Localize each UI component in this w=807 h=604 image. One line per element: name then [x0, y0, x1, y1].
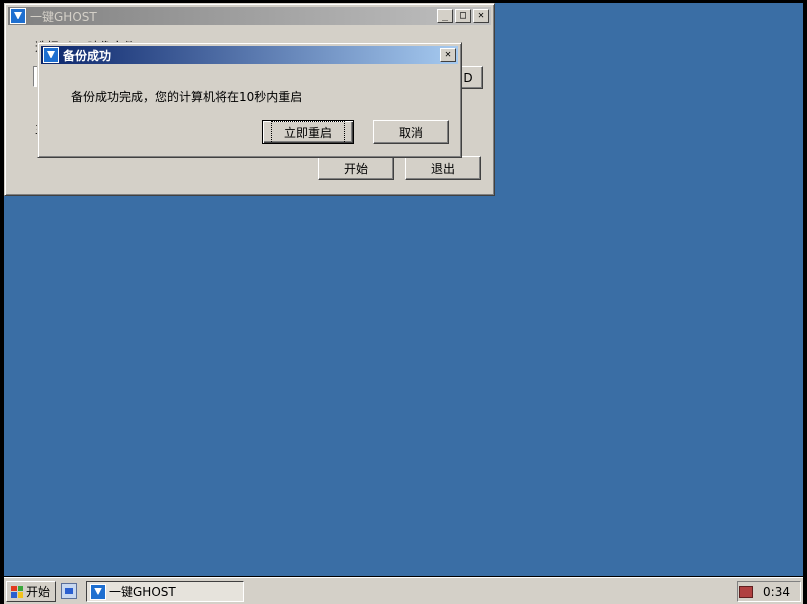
- ghost-app-icon: [10, 8, 26, 24]
- main-window-titlebar[interactable]: 一键GHOST _ □ ✕: [8, 7, 491, 25]
- clock[interactable]: 0:34: [763, 585, 790, 599]
- system-tray: 0:34: [737, 581, 801, 602]
- taskbar: 开始 一键GHOST 0:34: [4, 577, 803, 604]
- start-menu-button[interactable]: 开始: [6, 581, 56, 602]
- maximize-button[interactable]: □: [455, 9, 471, 23]
- cancel-button[interactable]: 取消: [373, 120, 449, 144]
- taskbar-item-ghost[interactable]: 一键GHOST: [86, 581, 244, 602]
- ghost-app-icon: [43, 47, 59, 63]
- start-button-label: 开始: [343, 161, 368, 176]
- show-desktop-icon[interactable]: [61, 583, 77, 599]
- backup-success-dialog: 备份成功 ✕ 备份成功完成，您的计算机将在10秒内重启 立即重启 取消: [37, 42, 462, 158]
- windows-logo-icon: [11, 585, 23, 598]
- close-button[interactable]: ✕: [473, 9, 489, 23]
- taskbar-item-label: 一键GHOST: [109, 585, 176, 599]
- minimize-button[interactable]: _: [437, 9, 453, 23]
- restart-now-button[interactable]: 立即重启: [262, 120, 354, 144]
- main-window-title: 一键GHOST: [30, 9, 97, 24]
- exit-button[interactable]: 退出: [405, 156, 481, 180]
- dialog-message: 备份成功完成，您的计算机将在10秒内重启: [71, 90, 303, 104]
- dialog-close-button[interactable]: ✕: [440, 48, 456, 62]
- dialog-titlebar[interactable]: 备份成功 ✕: [41, 46, 458, 64]
- ghost-app-icon: [90, 583, 106, 600]
- restart-now-label: 立即重启: [270, 120, 346, 144]
- start-label: 开始: [26, 585, 51, 599]
- browse-button-label: D: [463, 70, 473, 85]
- network-tray-icon[interactable]: [739, 585, 754, 598]
- dialog-title: 备份成功: [63, 48, 112, 63]
- start-button[interactable]: 开始: [318, 156, 394, 180]
- cancel-button-label: 取消: [398, 125, 423, 140]
- exit-button-label: 退出: [430, 161, 455, 176]
